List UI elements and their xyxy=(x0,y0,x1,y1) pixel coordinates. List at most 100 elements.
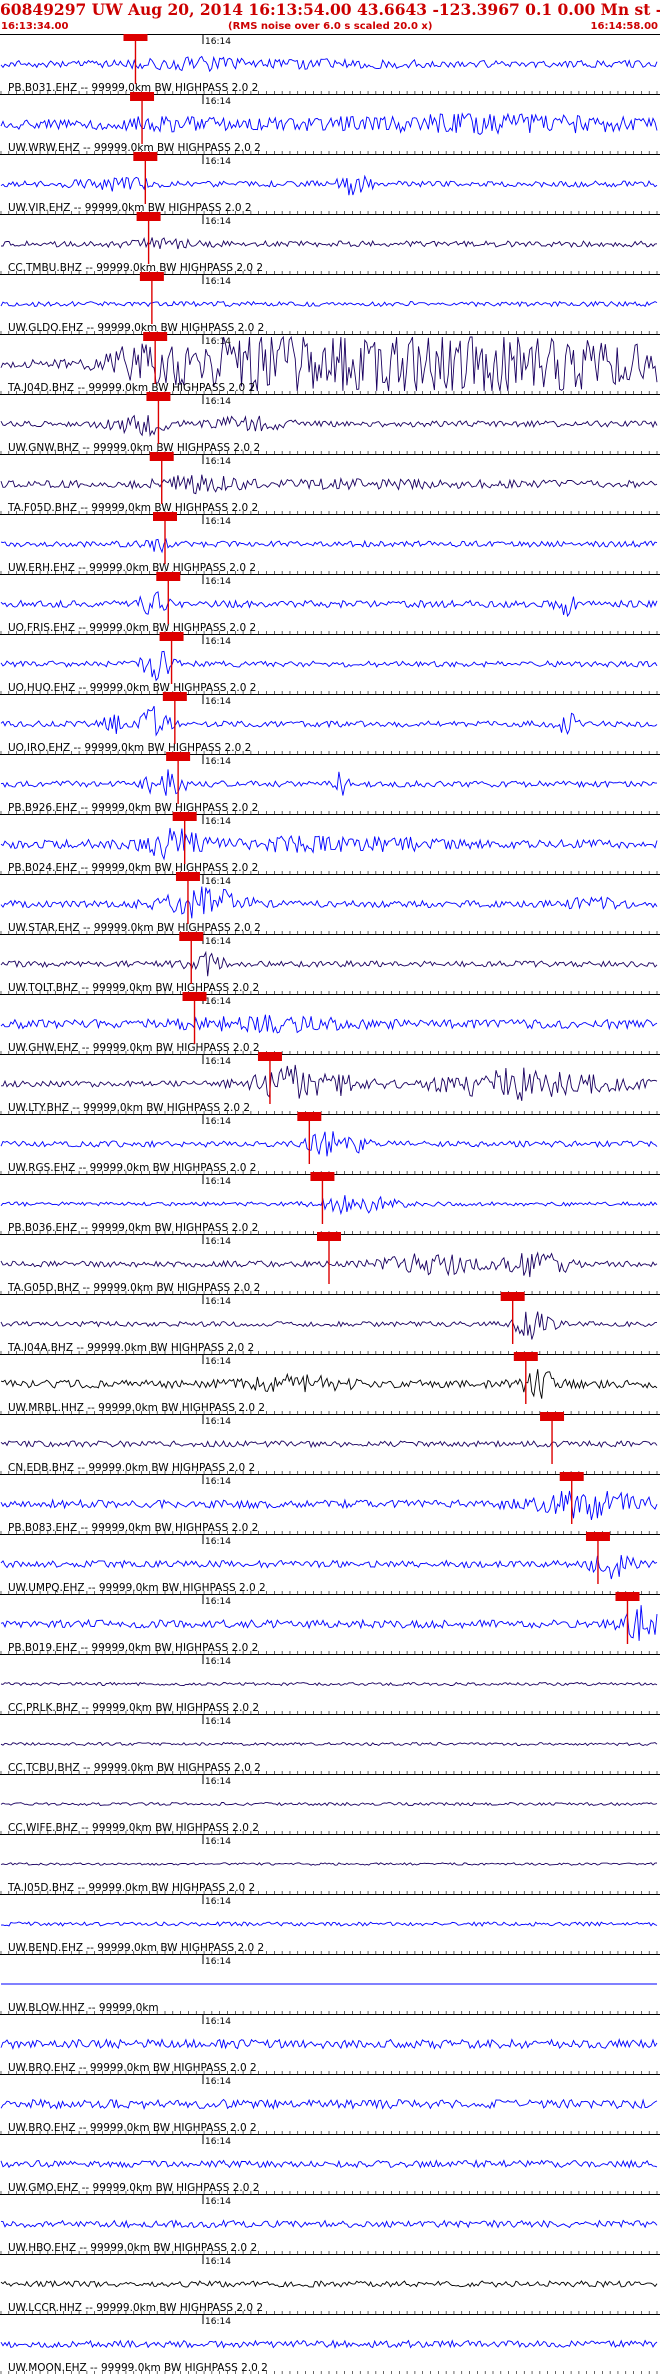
minute-time-label: 16:14 xyxy=(205,1837,231,1847)
minute-time-label: 16:14 xyxy=(205,937,231,947)
waveform-trace xyxy=(0,1369,658,1399)
station-label: UO.FRIS.EHZ -- 99999.0km BW HIGHPASS 2.0… xyxy=(8,622,256,634)
station-label: UW.ERH.EHZ -- 99999.0km BW HIGHPASS 2.0 … xyxy=(8,562,256,574)
station-label: UW.BLOW.HHZ -- 99999.0km xyxy=(8,2002,159,2014)
station-label: CC.TMBU.BHZ -- 99999.0km BW HIGHPASS 2.0… xyxy=(8,262,263,274)
waveform-trace xyxy=(0,591,658,618)
trace-panel: 16:14 UW.BLOW.HHZ -- 99999.0km xyxy=(0,1954,660,2014)
trace-panel: 16:14UW.WRW.EHZ -- 99999.0km BW HIGHPASS… xyxy=(0,92,660,154)
minute-time-label: 16:14 xyxy=(205,2317,231,2327)
minute-time-label: 16:14 xyxy=(205,2257,231,2267)
trace-panel: 16:14 CN.EDB.BHZ -- 99999.0km BW HIGHPASS… xyxy=(0,1412,660,1474)
station-label: TA.I05D.BHZ -- 99999.0km BW HIGHPASS 2.0… xyxy=(7,1882,255,1894)
station-label: TA.F05D.BHZ -- 99999.0km BW HIGHPASS 2.0… xyxy=(7,502,258,514)
trace-panel: 16:14 UW.RGS.EHZ -- 99999.0km BW HIGHPASS… xyxy=(0,1112,660,1174)
station-label: TA.G05D.BHZ -- 99999.0km BW HIGHPASS 2.0… xyxy=(7,1282,260,1294)
minute-time-label: 16:14 xyxy=(205,2137,231,2147)
minute-time-label: 16:14 xyxy=(205,2017,231,2027)
station-label: UW.GNW.BHZ -- 99999.0km BW HIGHPASS 2.0 … xyxy=(8,442,260,454)
waveform-trace xyxy=(0,1921,658,1927)
station-label: CC.WIFE.BHZ -- 99999.0km BW HIGHPASS 2.0… xyxy=(8,1822,259,1834)
minute-time-label: 16:14 xyxy=(205,277,231,287)
waveform-trace xyxy=(0,2279,658,2288)
waveform-trace xyxy=(0,414,658,438)
minute-time-label: 16:14 xyxy=(205,637,231,647)
station-label: CN.EDB.BHZ -- 99999.0km BW HIGHPASS 2.0 … xyxy=(8,1462,255,1474)
minute-time-label: 16:14 xyxy=(205,877,231,887)
end-time-label: 16:14:58.00 xyxy=(590,21,658,32)
minute-time-label: 16:14 xyxy=(205,1357,231,1367)
waveform-trace xyxy=(0,1311,657,1340)
trace-panel: 16:14 UO.HUO.EHZ -- 99999.0km BW HIGHPASS… xyxy=(0,632,660,694)
station-label: CC.PRLK.BHZ -- 99999.0km BW HIGHPASS 2.0… xyxy=(8,1702,259,1714)
minute-time-label: 16:14 xyxy=(205,1237,231,1247)
minute-time-label: 16:14 xyxy=(205,757,231,767)
waveform-trace xyxy=(0,1555,658,1580)
trace-panel: 16:14 PB.B024.EHZ -- 99999.0km BW HIGHPAS… xyxy=(0,812,660,874)
seismogram-plot: 16:14PB.B031.EHZ -- 99999.0km BW HIGHPAS… xyxy=(0,34,660,2374)
minute-time-label: 16:14 xyxy=(205,577,231,587)
waveform-trace xyxy=(0,2339,658,2349)
event-title: 60849297 UW Aug 20, 2014 16:13:54.00 43.… xyxy=(0,0,660,19)
trace-panel: 16:14 UW.BRO.EHZ -- 99999.0km BW HIGHPASS… xyxy=(0,2014,660,2074)
station-label: UW.STAR.EHZ -- 99999.0km BW HIGHPASS 2.0… xyxy=(8,922,261,934)
trace-panel: 16:14 UW.ERH.EHZ -- 99999.0km BW HIGHPASS… xyxy=(0,512,660,574)
minute-time-label: 16:14 xyxy=(205,397,231,407)
minute-time-label: 16:14 xyxy=(205,1477,231,1487)
station-label: UW.TOLT.BHZ -- 99999.0km BW HIGHPASS 2.0… xyxy=(8,982,259,994)
minute-time-label: 16:14 xyxy=(205,1537,231,1547)
minute-time-label: 16:14 xyxy=(205,217,231,227)
trace-panel: 16:14 TA.G05D.BHZ -- 99999.0km BW HIGHPAS… xyxy=(0,1232,660,1294)
station-label: TA.J04D.BHZ -- 99999.0km BW HIGHPASS 2.0… xyxy=(7,382,255,394)
trace-panel: 16:14 UW.LCCR.HHZ -- 99999.0km BW HIGHPAS… xyxy=(0,2254,660,2314)
trace-panel: 16:14 UW.MOON.EHZ -- 99999.0km BW HIGHPAS… xyxy=(0,2314,660,2374)
waveform-trace xyxy=(0,950,658,977)
trace-panel: 16:14 UW.BEND.EHZ -- 99999.0km BW HIGHPAS… xyxy=(0,1894,660,1954)
station-label: PB.B024.EHZ -- 99999.0km BW HIGHPASS 2.0… xyxy=(8,862,258,874)
trace-panel: 16:14 PB.B019.EHZ -- 99999.0km BW HIGHPAS… xyxy=(0,1592,660,1654)
start-time-label: 16:13:34.00 xyxy=(1,21,69,32)
station-label: CC.TCBU.BHZ -- 99999.0km BW HIGHPASS 2.0… xyxy=(8,1762,261,1774)
station-label: UW.MRBL.HHZ -- 99999.0km BW HIGHPASS 2.0… xyxy=(8,1402,265,1414)
station-label: PB.B926.EHZ -- 99999.0km BW HIGHPASS 2.0… xyxy=(8,802,258,814)
minute-time-label: 16:14 xyxy=(205,1117,231,1127)
station-label: UW.VIR.EHZ -- 99999.0km BW HIGHPASS 2.0 … xyxy=(8,202,252,214)
trace-panel: 16:14 UW.MRBL.HHZ -- 99999.0km BW HIGHPAS… xyxy=(0,1352,660,1414)
station-label: UW.LCCR.HHZ -- 99999.0km BW HIGHPASS 2.0… xyxy=(8,2302,263,2314)
waveform-trace xyxy=(0,827,658,861)
minute-time-label: 16:14 xyxy=(205,1597,231,1607)
trace-panel: 16:14 UW.BRO.EHZ -- 99999.0km BW HIGHPASS… xyxy=(0,2074,660,2134)
waveform-trace xyxy=(0,474,658,495)
minute-time-label: 16:14 xyxy=(205,1777,231,1787)
trace-panel: 16:14 UW.GNW.BHZ -- 99999.0km BW HIGHPASS… xyxy=(0,392,660,454)
waveform-trace xyxy=(0,1195,658,1216)
waveform-trace xyxy=(0,1741,658,1747)
minute-time-label: 16:14 xyxy=(205,1177,231,1187)
trace-panel: 16:14 UW.VIR.EHZ -- 99999.0km BW HIGHPASS… xyxy=(0,152,660,214)
waveform-trace xyxy=(0,174,658,196)
waveform-trace xyxy=(0,537,658,554)
trace-panel: 16:14 TA.F05D.BHZ -- 99999.0km BW HIGHPAS… xyxy=(0,452,660,514)
minute-time-label: 16:14 xyxy=(205,1897,231,1907)
station-label: UW.RGS.EHZ -- 99999.0km BW HIGHPASS 2.0 … xyxy=(8,1162,256,1174)
trace-panel: 16:14 TA.I04A.BHZ -- 99999.0km BW HIGHPAS… xyxy=(0,1292,660,1354)
minute-time-label: 16:14 xyxy=(205,2197,231,2207)
trace-panel: 16:14 PB.B926.EHZ -- 99999.0km BW HIGHPAS… xyxy=(0,752,660,814)
trace-panel: 16:14 PB.B036.EHZ -- 99999.0km BW HIGHPAS… xyxy=(0,1172,660,1234)
station-label: UW.GMO.EHZ -- 99999.0km BW HIGHPASS 2.0 … xyxy=(8,2182,259,2194)
minute-time-label: 16:14 xyxy=(205,517,231,527)
station-label: UW.GHW.EHZ -- 99999.0km BW HIGHPASS 2.0 … xyxy=(8,1042,260,1054)
trace-panel: 16:14 UW.UMPQ.EHZ -- 99999.0km BW HIGHPAS… xyxy=(0,1532,660,1594)
trace-panel: 16:14 UW.GMO.EHZ -- 99999.0km BW HIGHPASS… xyxy=(0,2134,660,2194)
station-label: UW.GLDO.EHZ -- 99999.0km BW HIGHPASS 2.0… xyxy=(8,322,264,334)
record-header: 60849297 UW Aug 20, 2014 16:13:54.00 43.… xyxy=(0,0,660,34)
station-label: UW.BEND.EHZ -- 99999.0km BW HIGHPASS 2.0… xyxy=(8,1942,264,1954)
trace-panel: 16:14 CC.TMBU.BHZ -- 99999.0km BW HIGHPAS… xyxy=(0,212,660,274)
waveform-trace xyxy=(0,55,658,73)
station-label: PB.B083.EHZ -- 99999.0km BW HIGHPASS 2.0… xyxy=(8,1522,258,1534)
waveform-trace xyxy=(1,1064,658,1102)
waveform-trace xyxy=(0,2098,658,2110)
station-label: PB.B036.EHZ -- 99999.0km BW HIGHPASS 2.0… xyxy=(8,1222,258,1234)
waveform-trace xyxy=(0,1605,658,1641)
trace-panel: 16:14 PB.B083.EHZ -- 99999.0km BW HIGHPAS… xyxy=(0,1472,660,1534)
